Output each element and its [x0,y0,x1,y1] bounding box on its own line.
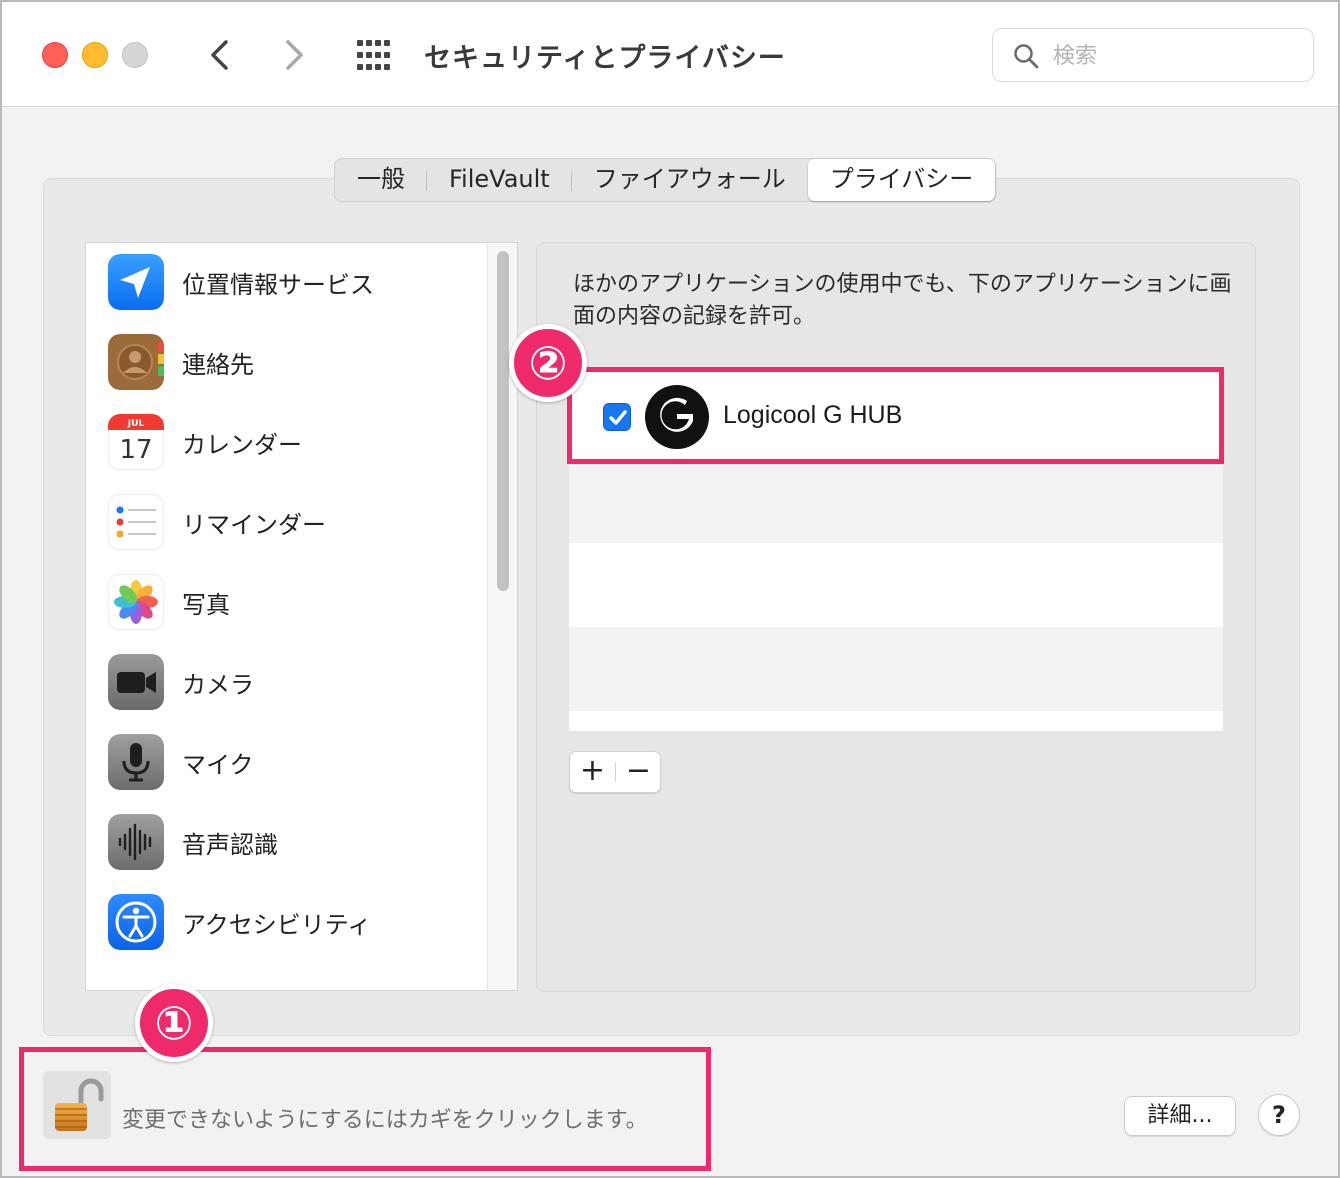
tab-general[interactable]: 一般 [335,159,427,201]
sidebar-item-reminders[interactable]: リマインダー [86,483,486,563]
back-button[interactable] [200,34,240,76]
search-field[interactable] [992,28,1314,82]
location-arrow-icon [108,254,164,310]
privacy-category-list[interactable]: 位置情報サービス 連絡先 JUL 17 カレンダー リマインダー 写真 カメラ … [85,242,518,991]
sidebar-item-label: 連絡先 [182,351,254,379]
sidebar-item-label: マイク [182,751,254,779]
chevron-left-icon [211,40,228,70]
contacts-icon [108,334,164,390]
sidebar-item-microphone[interactable]: マイク [86,723,486,803]
annotation-badge-2: ② [509,324,587,402]
help-button[interactable]: ? [1258,1094,1300,1136]
titlebar: セキュリティとプライバシー [2,2,1338,107]
sidebar-item-contacts[interactable]: 連絡先 [86,323,486,403]
microphone-icon [108,734,164,790]
accessibility-icon [108,894,164,950]
camera-icon [108,654,164,710]
add-remove-control: + − [569,751,661,793]
calendar-icon: JUL 17 [108,414,164,470]
photos-icon [108,574,164,630]
sidebar-item-camera[interactable]: カメラ [86,643,486,723]
reminders-icon [108,494,164,550]
sidebar-item-location[interactable]: 位置情報サービス [86,243,486,323]
sidebar-item-label: 位置情報サービス [182,271,374,299]
table-row [569,627,1223,711]
tab-privacy[interactable]: プライバシー [807,159,996,201]
sidebar-item-label: アクセシビリティ [182,911,372,939]
search-input[interactable] [1051,39,1291,73]
sidebar-item-label: リマインダー [182,511,326,539]
sidebar-item-label: 写真 [182,591,230,619]
remove-app-button[interactable]: − [616,752,661,792]
sidebar-item-photos[interactable]: 写真 [86,563,486,643]
add-app-button[interactable]: + [570,752,615,792]
annotation-highlight-lock [19,1047,711,1171]
sidebar-item-speech-recognition[interactable]: 音声認識 [86,803,486,883]
annotation-badge-1: ① [135,984,213,1062]
zoom-button[interactable] [122,42,148,68]
minimize-button[interactable] [82,42,108,68]
sidebar-item-label: 音声認識 [182,831,278,859]
sidebar-item-label: カメラ [182,671,254,699]
close-button[interactable] [42,42,68,68]
speech-recognition-icon [108,814,164,870]
sidebar-item-accessibility[interactable]: アクセシビリティ [86,883,486,963]
table-row [569,459,1223,543]
search-icon [1014,44,1039,69]
calendar-month: JUL [127,419,145,429]
permission-description: ほかのアプリケーションの使用中でも、下のアプリケーションに画面の内容の記録を許可… [573,272,1232,329]
show-all-button[interactable] [354,38,394,72]
tab-filevault[interactable]: FileVault [427,159,572,201]
sidebar-item-calendar[interactable]: JUL 17 カレンダー [86,403,486,483]
table-row [569,543,1223,627]
permission-detail-pane: ほかのアプリケーションの使用中でも、下のアプリケーションに画面の内容の記録を許可… [536,242,1256,992]
list-scroll-thumb[interactable] [497,251,509,591]
forward-button[interactable] [274,34,314,76]
sidebar-item-label: カレンダー [182,431,302,459]
window-title: セキュリティとプライバシー [424,43,786,74]
tab-firewall[interactable]: ファイアウォール [572,159,808,201]
tab-bar: 一般 FileVault ファイアウォール プライバシー [334,158,997,202]
details-button[interactable]: 詳細... [1124,1096,1236,1136]
window: セキュリティとプライバシー 一般 FileVault ファイアウォール プライバ… [0,0,1340,1178]
annotation-highlight-app [567,367,1224,464]
calendar-day: 17 [119,435,152,465]
grid-icon [357,40,390,70]
chevron-right-icon [286,40,303,70]
